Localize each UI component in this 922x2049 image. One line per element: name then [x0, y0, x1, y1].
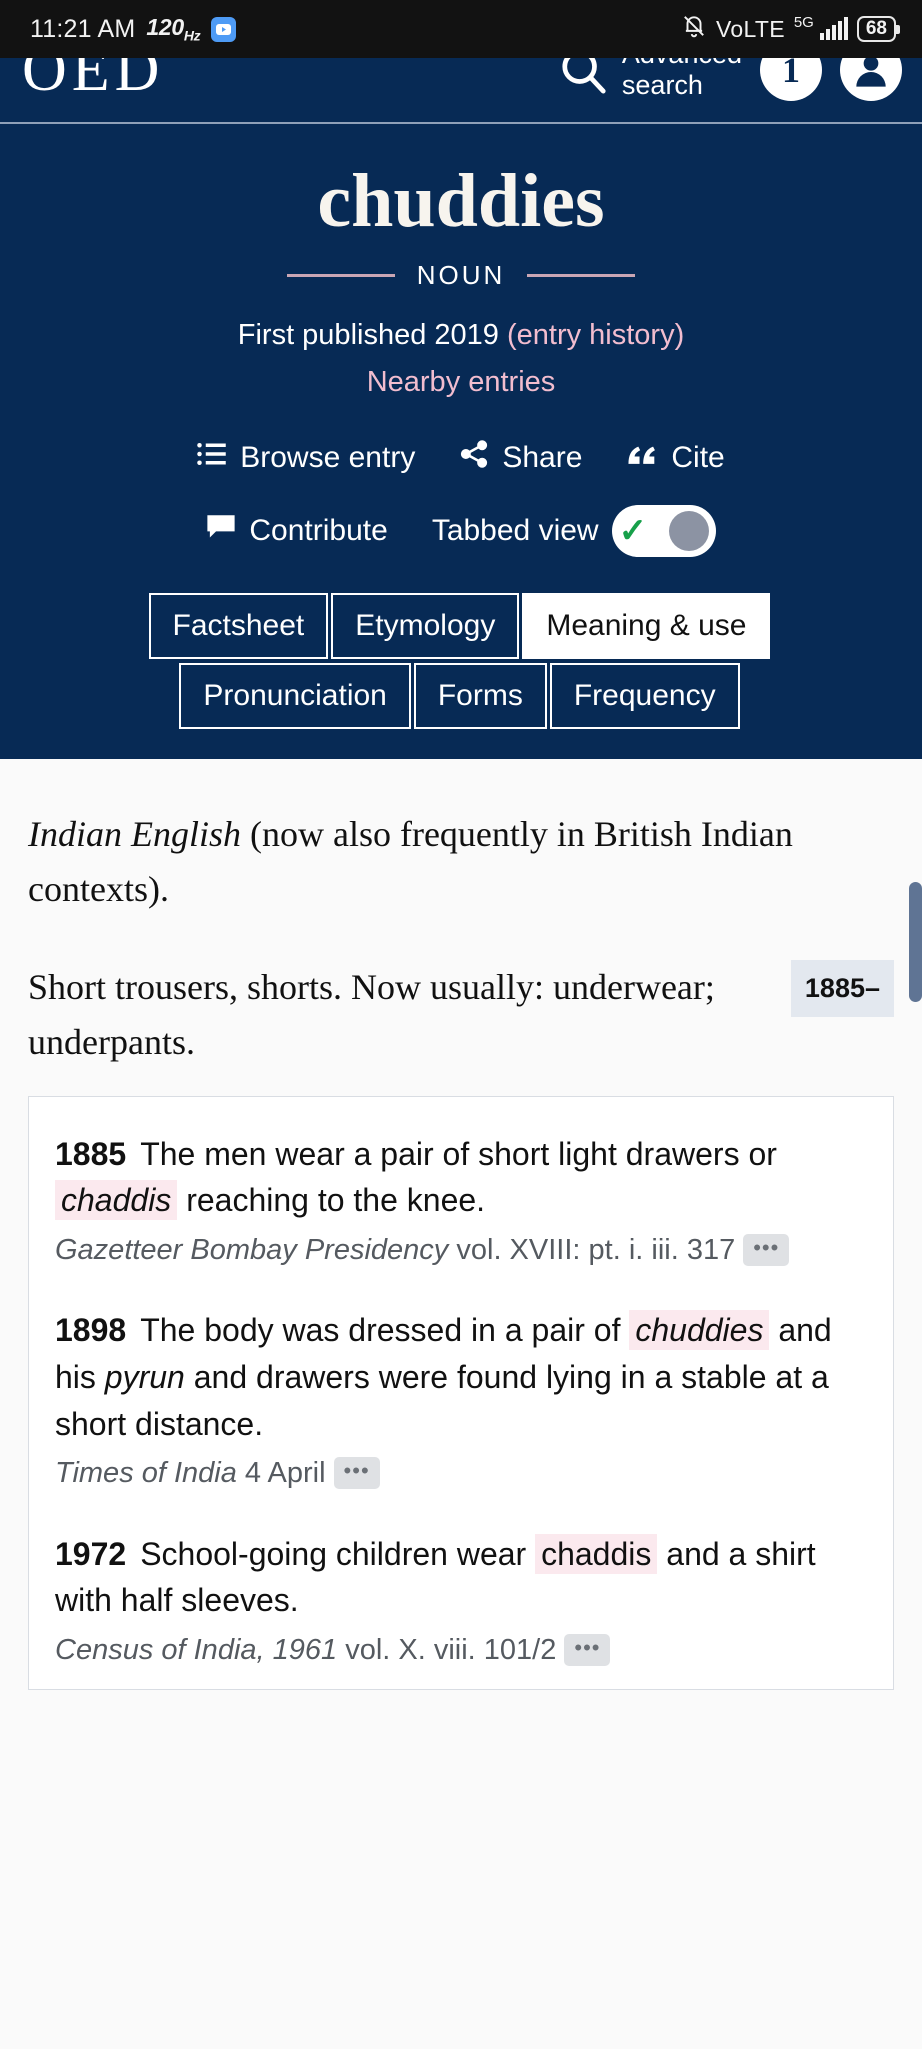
- quotation-source: Times of India 4 April •••: [55, 1453, 867, 1494]
- quotation-list: 1885 The men wear a pair of short light d…: [28, 1095, 894, 1691]
- quotation-source: Census of India, 1961 vol. X. viii. 101/…: [55, 1630, 867, 1671]
- quotation-text-before: School-going children wear: [140, 1535, 536, 1572]
- rule-left: [286, 273, 395, 277]
- entry-tabs-row-1: Factsheet Etymology Meaning & use: [0, 592, 922, 659]
- quotation-keyword: chaddis: [55, 1180, 178, 1221]
- quotation-source: Gazetteer Bombay Presidency vol. XVIII: …: [55, 1230, 867, 1271]
- page-title: chuddies: [317, 159, 605, 243]
- part-of-speech-row: NOUN: [0, 260, 922, 291]
- quote-icon: [626, 441, 658, 475]
- part-of-speech-label: NOUN: [416, 259, 506, 290]
- check-icon: ✓: [618, 511, 648, 550]
- list-icon: [197, 441, 227, 475]
- tab-forms[interactable]: Forms: [413, 662, 547, 729]
- quotation-text-before: The men wear a pair of short light drawe…: [140, 1135, 777, 1172]
- battery-indicator: 68: [856, 16, 901, 42]
- quotation-source-title: Times of India: [55, 1457, 237, 1490]
- first-published-line: First published 2019 (entry history): [0, 319, 922, 352]
- quotation-italic-word: pyrun: [104, 1359, 185, 1395]
- nearby-entries-link[interactable]: Nearby entries: [367, 366, 556, 398]
- share-label: Share: [502, 440, 583, 474]
- rule-right: [527, 273, 636, 277]
- android-status-bar: 11:21 AM 120Hz VoLTE 5G 68: [0, 0, 922, 58]
- volte-indicator: VoLTE: [716, 15, 785, 42]
- entry-action-row-1: Browse entry Share Cite: [0, 439, 922, 477]
- nearby-entries-row: Nearby entries: [0, 366, 922, 399]
- tabbed-view-toggle-group[interactable]: Tabbed view ✓: [431, 504, 716, 557]
- status-bar-right: VoLTE 5G 68: [681, 13, 901, 46]
- contribute-label: Contribute: [249, 513, 388, 547]
- phone-screen: 11:21 AM 120Hz VoLTE 5G 68 OED search 1 …: [0, 0, 922, 2049]
- definition-text: Short trousers, shorts. Now usually: und…: [28, 967, 715, 1062]
- quotation-year: 1898: [55, 1312, 127, 1349]
- status-bar-clock: 11:21 AM: [30, 14, 136, 43]
- signal-strength-icon: [819, 17, 848, 40]
- tabbed-view-label: Tabbed view: [431, 513, 599, 547]
- youtube-icon: [211, 16, 237, 42]
- tab-etymology[interactable]: Etymology: [331, 592, 520, 659]
- contribute-button[interactable]: Contribute: [206, 513, 388, 548]
- entry-hero: chuddies NOUN First published 2019 (entr…: [0, 124, 922, 1002]
- date-range-badge[interactable]: 1885–: [790, 960, 894, 1018]
- search-icon[interactable]: [556, 58, 610, 97]
- quotation-source-rest: vol. X. viii. 101/2: [337, 1634, 557, 1667]
- cite-button[interactable]: Cite: [626, 440, 725, 475]
- tabbed-view-toggle[interactable]: ✓: [611, 504, 716, 557]
- quotation-text-before: The body was dressed in a pair of: [140, 1312, 630, 1349]
- comment-icon: [206, 514, 236, 548]
- share-icon: [459, 439, 489, 477]
- advanced-search-label: Advanced search: [621, 58, 742, 100]
- quotation-source-title: Census of India, 1961: [55, 1634, 338, 1667]
- quotation-text: 1898 The body was dressed in a pair of ch…: [55, 1307, 867, 1447]
- tab-meaning-and-use[interactable]: Meaning & use: [522, 592, 771, 659]
- quotation-source-rest: vol. XVIII: pt. i. iii. 317: [448, 1234, 736, 1267]
- toggle-knob[interactable]: [668, 510, 709, 551]
- share-button[interactable]: Share: [459, 439, 582, 477]
- cite-label: Cite: [671, 440, 725, 474]
- quotation-keyword: chuddies: [629, 1310, 770, 1351]
- entry-history-link[interactable]: (entry history): [507, 319, 684, 351]
- quotation-3: 1972 School-going children wear chaddis a…: [55, 1531, 867, 1672]
- quotation-more-button[interactable]: •••: [333, 1457, 380, 1490]
- network-type-indicator: 5G: [793, 13, 814, 31]
- quotation-text: 1972 School-going children wear chaddis a…: [55, 1531, 867, 1624]
- refresh-rate-indicator: 120Hz: [146, 14, 201, 44]
- advanced-search-button[interactable]: Advanced search: [556, 58, 742, 101]
- quotation-text: 1885 The men wear a pair of short light d…: [55, 1131, 867, 1224]
- quotation-keyword: chaddis: [535, 1533, 658, 1574]
- region-label: Indian English: [28, 813, 241, 854]
- quotation-2: 1898 The body was dressed in a pair of ch…: [55, 1307, 867, 1494]
- browse-entry-label: Browse entry: [240, 440, 416, 474]
- quotation-more-button[interactable]: •••: [564, 1634, 611, 1667]
- quotation-year: 1972: [55, 1535, 127, 1572]
- quotation-text-after: reaching to the knee.: [177, 1182, 486, 1219]
- oed-logo[interactable]: OED: [22, 58, 164, 101]
- quotation-more-button[interactable]: •••: [743, 1234, 790, 1267]
- entry-tabs-row-2: Pronunciation Forms Frequency: [0, 662, 922, 729]
- account-avatar-icon[interactable]: [840, 58, 902, 101]
- tab-frequency[interactable]: Frequency: [549, 662, 740, 729]
- entry-content: Indian English (now also frequently in B…: [0, 758, 922, 1691]
- quotation-source-rest: 4 April: [236, 1457, 326, 1490]
- tab-factsheet[interactable]: Factsheet: [148, 592, 329, 659]
- quotation-1: 1885 The men wear a pair of short light d…: [55, 1131, 867, 1272]
- bell-muted-icon: [681, 13, 707, 46]
- tab-pronunciation[interactable]: Pronunciation: [179, 662, 411, 729]
- first-published-text: First published 2019: [237, 318, 499, 351]
- quotation-year: 1885: [55, 1135, 127, 1172]
- header-actions: Advanced search 1: [556, 58, 902, 101]
- sense-definition: 1885– Short trousers, shorts. Now usuall…: [28, 960, 894, 1069]
- status-bar-left: 11:21 AM 120Hz: [30, 14, 237, 44]
- region-label-note: Indian English (now also frequently in B…: [28, 807, 894, 916]
- site-header: OED Advanced search 1: [0, 58, 922, 124]
- browse-entry-button[interactable]: Browse entry: [197, 441, 415, 475]
- notifications-badge[interactable]: 1: [760, 58, 822, 101]
- entry-action-row-2: Contribute Tabbed view ✓: [0, 504, 922, 557]
- quotation-source-title: Gazetteer Bombay Presidency: [55, 1234, 449, 1267]
- scrollbar-thumb[interactable]: [909, 882, 922, 1002]
- notification-count: 1: [782, 58, 800, 90]
